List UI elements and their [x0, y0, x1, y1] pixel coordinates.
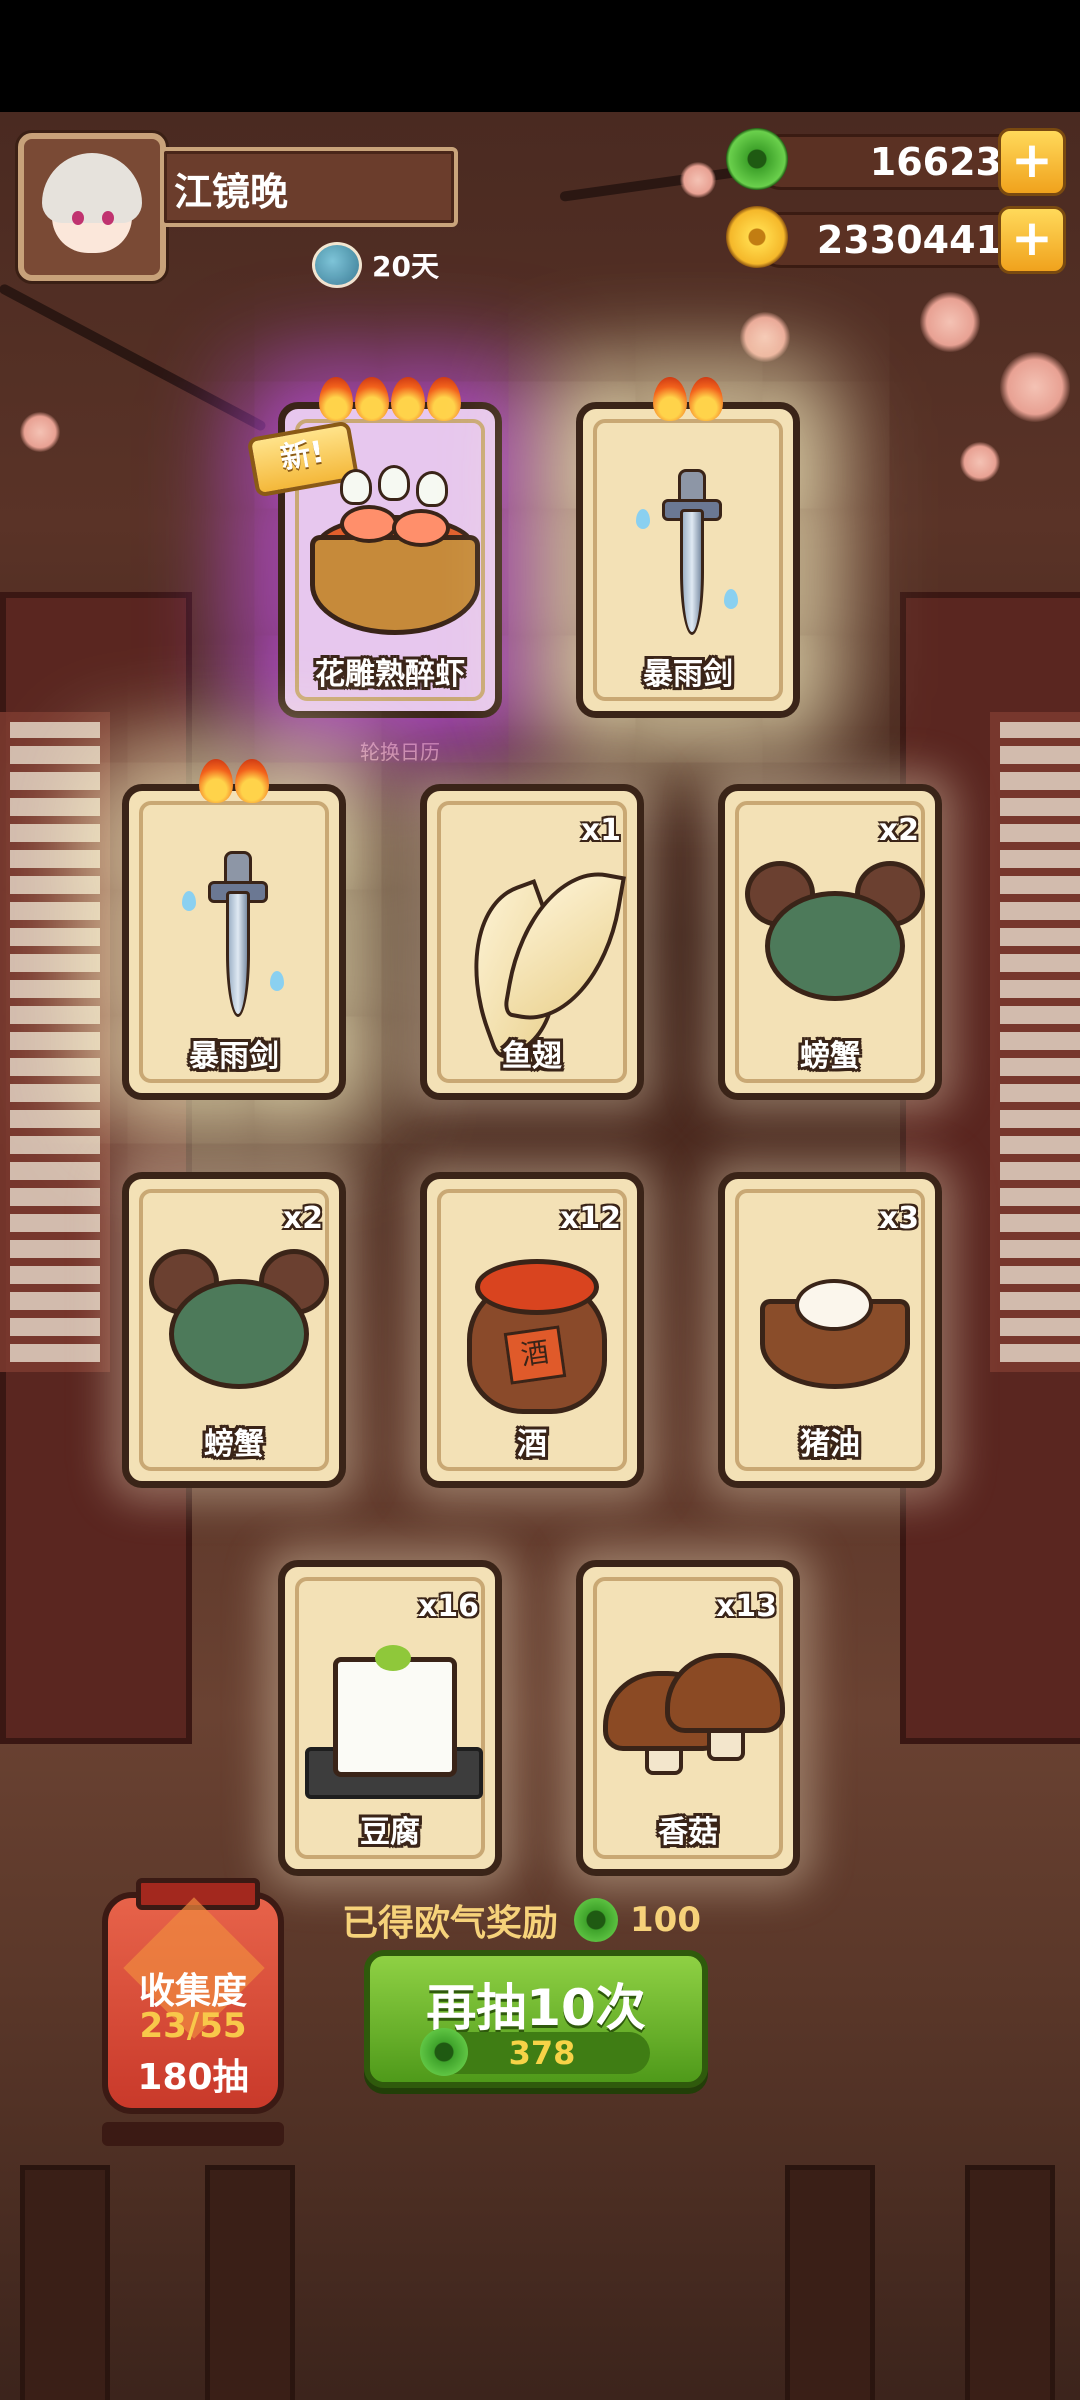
- reward-card[interactable]: x1 鱼翅: [420, 784, 644, 1100]
- coin-amount: 2330441: [816, 218, 1002, 262]
- draw-ten-button[interactable]: 再抽10次 378: [364, 1950, 708, 2088]
- reward-card[interactable]: x13 香菇: [576, 1560, 800, 1876]
- player-name: 江镜晚: [174, 170, 289, 214]
- reward-card[interactable]: 暴雨剑: [576, 377, 800, 718]
- collection-lantern[interactable]: 收集度 23/55 180抽: [102, 1878, 284, 2146]
- jade-icon: [726, 128, 788, 190]
- add-jade-button[interactable]: +: [998, 128, 1066, 196]
- flame-icon: [689, 377, 723, 421]
- card-name: 螃蟹: [204, 1427, 264, 1462]
- sword-icon: [182, 851, 284, 1021]
- collection-draws: 180抽: [137, 2057, 249, 2098]
- flame-icon: [355, 377, 389, 421]
- reward-card[interactable]: x16 豆腐: [278, 1560, 502, 1876]
- player-name-bar: 江镜晚: [160, 147, 458, 227]
- lard-bowl-icon: [750, 1279, 910, 1389]
- flame-icon: [319, 377, 353, 421]
- card-name: 鱼翅: [502, 1039, 562, 1074]
- reward-card[interactable]: x12 酒 酒: [420, 1172, 644, 1488]
- draw-button-label: 再抽10次: [426, 1979, 646, 2037]
- flame-icon: [199, 759, 233, 803]
- tofu-icon: [305, 1637, 483, 1807]
- rarity-flames: [285, 377, 495, 430]
- days-counter: 20天: [312, 242, 439, 288]
- jade-amount: 16623: [869, 140, 1002, 184]
- reward-card[interactable]: 新! 花雕熟醉虾: [246, 377, 502, 718]
- status-bar: [0, 0, 1080, 112]
- reward-card[interactable]: 暴雨剑: [122, 759, 346, 1100]
- add-coin-button[interactable]: +: [998, 206, 1066, 274]
- card-name: 螃蟹: [800, 1039, 860, 1074]
- jade-icon: [574, 1898, 619, 1942]
- calendar-label: 轮换日历: [360, 740, 440, 764]
- coin-icon: [726, 206, 788, 268]
- flame-icon: [653, 377, 687, 421]
- card-count: x1: [580, 813, 621, 848]
- sword-icon: [636, 469, 738, 639]
- shrimp-dish-icon: [300, 465, 480, 635]
- card-count: x16: [417, 1589, 479, 1624]
- rarity-flames: [129, 759, 339, 812]
- reward-card[interactable]: x3 猪油: [718, 1172, 942, 1488]
- card-count: x13: [715, 1589, 777, 1624]
- card-count: x12: [559, 1201, 621, 1236]
- draw-cost-value: 378: [508, 2034, 576, 2072]
- card-count: x2: [878, 813, 919, 848]
- flame-icon: [391, 377, 425, 421]
- reward-card[interactable]: x2 螃蟹: [718, 784, 942, 1100]
- luck-reward-label: 已得欧气奖励: [342, 1903, 559, 1944]
- shark-fin-icon: [442, 859, 626, 1061]
- crab-icon: [149, 1249, 329, 1409]
- flame-icon: [427, 377, 461, 421]
- luck-reward: 已得欧气奖励 100: [342, 1890, 701, 1950]
- card-name: 豆腐: [360, 1815, 420, 1850]
- card-name: 暴雨剑: [189, 1039, 279, 1074]
- wine-jar-icon: 酒: [457, 1249, 607, 1414]
- rarity-flames: [583, 377, 793, 430]
- reward-card[interactable]: x2 螃蟹: [122, 1172, 346, 1488]
- mushroom-icon: [603, 1647, 785, 1797]
- crab-icon: [745, 861, 925, 1021]
- coin-currency: 2330441 +: [726, 206, 1066, 274]
- card-count: x2: [282, 1201, 323, 1236]
- player-avatar[interactable]: [18, 133, 166, 281]
- flame-icon: [235, 759, 269, 803]
- calendar-bowl-icon: [312, 242, 362, 288]
- luck-reward-value: 100: [630, 1900, 701, 1940]
- card-name: 香菇: [658, 1815, 718, 1850]
- card-name: 暴雨剑: [643, 657, 733, 692]
- jar-label: 酒: [503, 1325, 567, 1385]
- jade-currency: 16623 +: [726, 128, 1066, 196]
- collection-progress: 23/55: [139, 2006, 247, 2046]
- card-count: x3: [878, 1201, 919, 1236]
- card-name: 酒: [517, 1427, 547, 1462]
- card-name: 花雕熟醉虾: [315, 657, 465, 692]
- card-name: 猪油: [800, 1427, 860, 1462]
- days-value: 20天: [372, 250, 439, 283]
- draw-cost: 378: [420, 2028, 650, 2076]
